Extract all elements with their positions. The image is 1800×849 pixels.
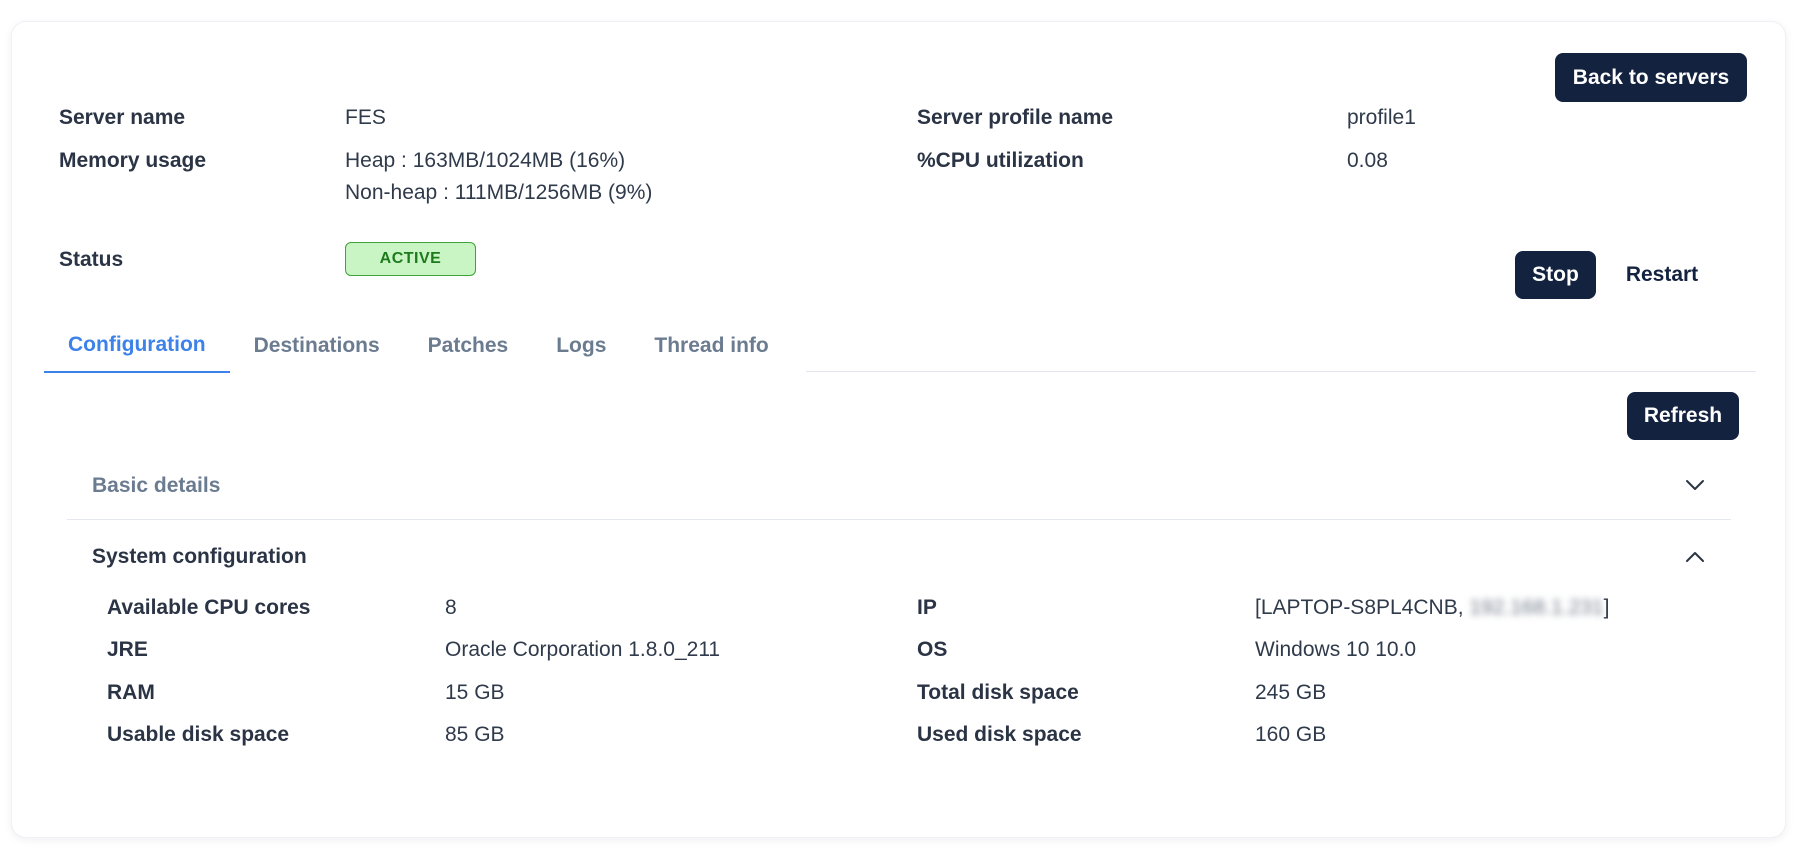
server-detail-card (12, 22, 1785, 837)
back-to-servers-button[interactable]: Back to servers (1555, 53, 1747, 102)
memory-usage-label: Memory usage (59, 149, 207, 172)
usable-disk-value: 85 GB (445, 723, 505, 746)
status-label: Status (59, 248, 124, 271)
tabs-divider (806, 371, 1756, 372)
memory-heap-value: Heap : 163MB/1024MB (16%) (345, 149, 626, 172)
server-name-value: FES (345, 106, 386, 129)
ip-suffix: ] (1603, 596, 1610, 619)
status-badge: ACTIVE (345, 242, 476, 276)
tab-configuration[interactable]: Configuration (44, 318, 230, 373)
ip-address-blurred: 192.168.1.231 (1469, 596, 1604, 619)
server-profile-label: Server profile name (917, 106, 1114, 129)
cpu-cores-label: Available CPU cores (107, 596, 311, 619)
chevron-down-icon[interactable] (1683, 473, 1707, 497)
memory-nonheap-value: Non-heap : 111MB/1256MB (9%) (345, 181, 653, 204)
used-disk-value: 160 GB (1255, 723, 1327, 746)
ip-value: [LAPTOP-S8PL4CNB, 192.168.1.231] (1255, 596, 1610, 620)
tab-logs[interactable]: Logs (532, 318, 630, 373)
tab-destinations[interactable]: Destinations (230, 318, 404, 373)
section-divider (67, 519, 1731, 520)
ram-value: 15 GB (445, 681, 505, 704)
tab-thread-info[interactable]: Thread info (630, 318, 792, 373)
ip-hostname: [LAPTOP-S8PL4CNB, (1255, 596, 1470, 619)
refresh-button[interactable]: Refresh (1627, 392, 1739, 440)
restart-button[interactable]: Restart (1612, 251, 1712, 299)
tab-patches[interactable]: Patches (404, 318, 533, 373)
total-disk-label: Total disk space (917, 681, 1079, 704)
cpu-utilization-label: %CPU utilization (917, 149, 1084, 172)
usable-disk-label: Usable disk space (107, 723, 290, 746)
jre-label: JRE (107, 638, 148, 661)
stop-button[interactable]: Stop (1515, 251, 1596, 299)
server-name-label: Server name (59, 106, 186, 129)
os-value: Windows 10 10.0 (1255, 638, 1417, 661)
ram-label: RAM (107, 681, 155, 704)
os-label: OS (917, 638, 948, 661)
cpu-utilization-value: 0.08 (1347, 149, 1388, 172)
chevron-up-icon[interactable] (1683, 545, 1707, 569)
system-configuration-header[interactable]: System configuration (92, 545, 307, 569)
ip-label: IP (917, 596, 937, 619)
jre-value: Oracle Corporation 1.8.0_211 (445, 638, 721, 661)
cpu-cores-value: 8 (445, 596, 457, 619)
basic-details-header[interactable]: Basic details (92, 474, 220, 498)
tab-bar: Configuration Destinations Patches Logs … (44, 318, 793, 373)
server-profile-value: profile1 (1347, 106, 1416, 129)
total-disk-value: 245 GB (1255, 681, 1327, 704)
used-disk-label: Used disk space (917, 723, 1082, 746)
